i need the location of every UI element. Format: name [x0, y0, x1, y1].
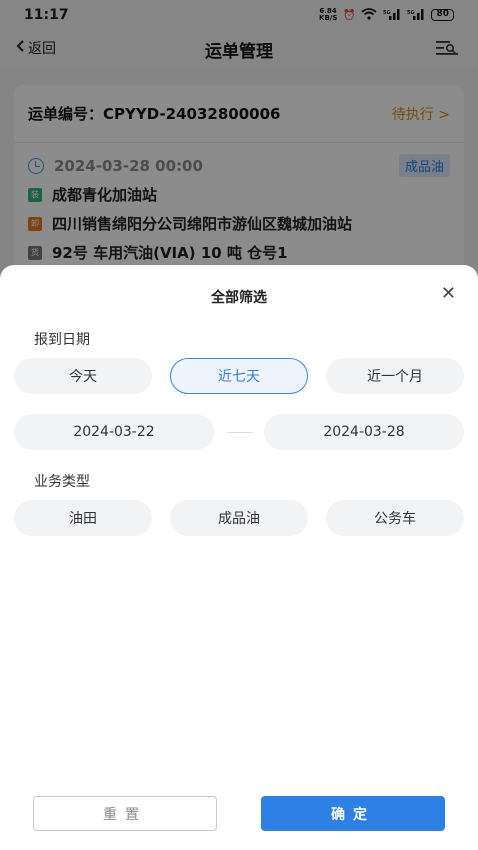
date-range-separator [227, 432, 253, 433]
date-section-label: 报到日期 [34, 332, 90, 348]
confirm-button[interactable]: 确定 [261, 796, 445, 831]
business-option-refined-oil[interactable]: 成品油 [170, 500, 308, 536]
reset-button[interactable]: 重置 [33, 796, 217, 831]
filter-sheet: 全部筛选 ✕ 报到日期 今天 近七天 近一个月 2024-03-22 2024-… [0, 265, 478, 850]
business-section-label: 业务类型 [34, 474, 90, 490]
start-date-field[interactable]: 2024-03-22 [14, 414, 214, 450]
date-option-today[interactable]: 今天 [14, 358, 152, 394]
end-date-field[interactable]: 2024-03-28 [264, 414, 464, 450]
close-icon[interactable]: ✕ [441, 285, 456, 303]
date-option-seven-days[interactable]: 近七天 [170, 358, 308, 394]
business-option-oilfield[interactable]: 油田 [14, 500, 152, 536]
filter-title: 全部筛选 [211, 290, 267, 306]
business-option-official-car[interactable]: 公务车 [326, 500, 464, 536]
date-option-one-month[interactable]: 近一个月 [326, 358, 464, 394]
